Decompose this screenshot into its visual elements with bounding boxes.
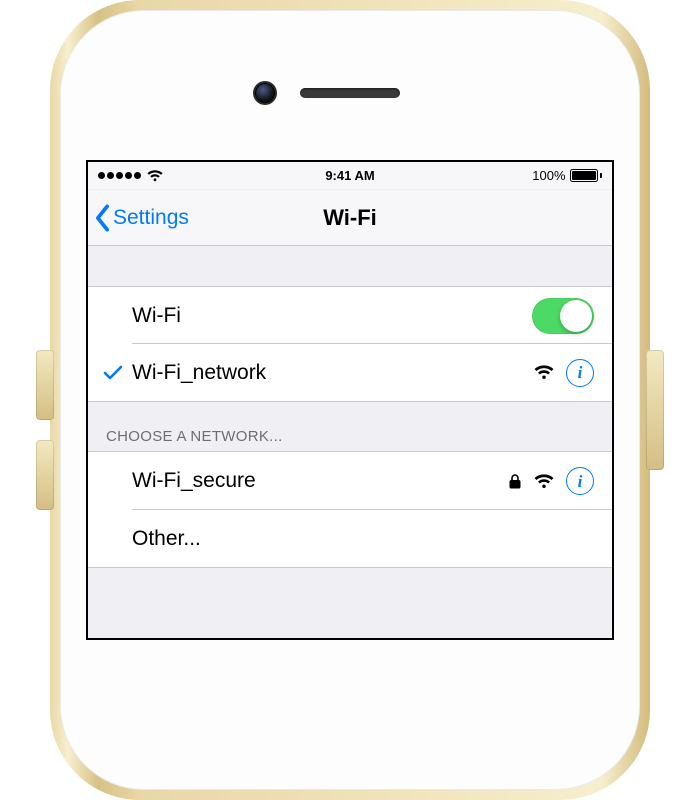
connected-network-name: Wi-Fi_network [132, 361, 534, 385]
checkmark-icon [100, 364, 126, 382]
volume-down-button [36, 440, 54, 510]
wifi-signal-icon [534, 365, 554, 380]
other-network-row[interactable]: Other... [88, 510, 612, 568]
device-screen: 9:41 AM 100% Settings Wi-Fi Wi-Fi [86, 160, 614, 640]
back-label: Settings [113, 206, 189, 230]
wifi-toggle-row: Wi-Fi [88, 286, 612, 344]
battery-icon [570, 169, 603, 182]
earpiece-speaker-icon [300, 88, 400, 98]
status-time: 9:41 AM [88, 168, 612, 183]
wifi-toggle[interactable] [532, 298, 594, 334]
wifi-signal-icon [534, 474, 554, 489]
toggle-knob [560, 300, 592, 332]
network-row[interactable]: Wi-Fi_secure i [88, 452, 612, 510]
choose-network-header: CHOOSE A NETWORK... [88, 402, 612, 452]
power-button [646, 350, 664, 470]
other-label: Other... [132, 527, 594, 551]
chevron-left-icon [94, 204, 111, 232]
connected-network-row[interactable]: Wi-Fi_network i [88, 344, 612, 402]
section-gap [88, 568, 612, 616]
volume-up-button [36, 350, 54, 420]
back-button[interactable]: Settings [88, 204, 189, 232]
cellular-signal-icon [98, 172, 141, 179]
network-name: Wi-Fi_secure [132, 469, 508, 493]
nav-bar: Settings Wi-Fi [88, 190, 612, 246]
front-camera-icon [255, 83, 275, 103]
status-bar: 9:41 AM 100% [88, 162, 612, 190]
info-button[interactable]: i [566, 467, 594, 495]
section-gap [88, 246, 612, 286]
info-button[interactable]: i [566, 359, 594, 387]
wifi-toggle-label: Wi-Fi [132, 304, 532, 328]
lock-icon [508, 473, 522, 490]
